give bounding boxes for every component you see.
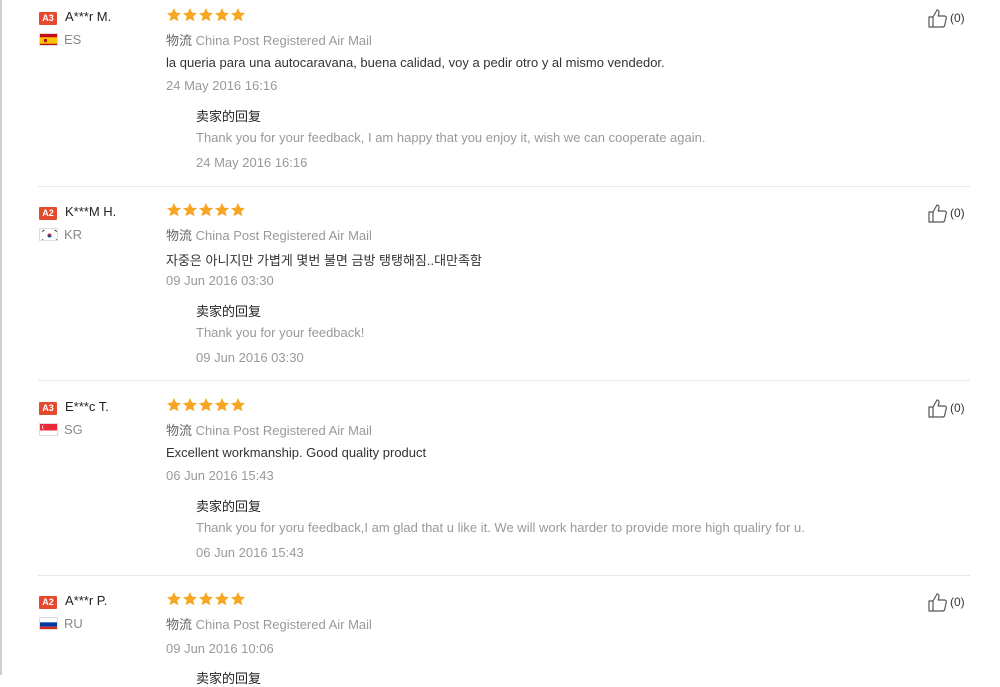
star-icon [230, 202, 246, 218]
feedback-list: A3 A***r M. ES 物流 China Post Registered … [0, 0, 1000, 686]
buyer-name: K***M H. [65, 204, 117, 219]
seller-reply-text: Thank you for yoru feedback,I am glad th… [196, 520, 805, 535]
buyer-country: SG [64, 422, 83, 437]
buyer-comment: Excellent workmanship. Good quality prod… [166, 445, 427, 460]
useful-button[interactable]: (0) [927, 8, 965, 28]
thumbs-up-icon [927, 203, 949, 223]
shipping-info: 物流 China Post Registered Air Mail [166, 225, 372, 244]
feedback-date: 09 Jun 2016 10:06 [166, 641, 274, 656]
shipping-method: China Post Registered Air Mail [195, 228, 372, 243]
seller-reply-date: 06 Jun 2016 15:43 [196, 545, 304, 560]
buyer-country: KR [64, 227, 83, 242]
feedback-date: 09 Jun 2016 03:30 [166, 273, 274, 288]
seller-reply-title: 卖家的回复 [196, 499, 262, 514]
star-icon [198, 202, 214, 218]
buyer-country: RU [64, 616, 83, 631]
divider [38, 575, 970, 576]
buyer-comment: la queria para una autocaravana, buena c… [166, 55, 665, 70]
star-icon [214, 7, 230, 23]
star-icon [166, 397, 182, 413]
buyer-level-badge: A3 [39, 402, 57, 415]
useful-count: (0) [950, 401, 965, 415]
thumbs-up-icon [927, 592, 949, 612]
thumbs-up-icon [927, 8, 949, 28]
buyer-name: A***r P. [65, 593, 108, 608]
seller-reply-date: 09 Jun 2016 03:30 [196, 350, 304, 365]
seller-reply-text: Thank you for your feedback! [196, 325, 365, 340]
shipping-info: 物流 China Post Registered Air Mail [166, 614, 372, 633]
buyer-level-badge: A2 [39, 596, 57, 609]
star-icon [198, 591, 214, 607]
buyer-name: E***c T. [65, 399, 109, 414]
useful-button[interactable]: (0) [927, 203, 965, 223]
seller-reply-title: 卖家的回复 [196, 109, 262, 124]
star-rating [166, 202, 246, 220]
star-icon [166, 202, 182, 218]
star-icon [198, 7, 214, 23]
star-icon [230, 7, 246, 23]
star-rating [166, 397, 246, 415]
buyer-level-badge: A2 [39, 207, 57, 220]
star-rating [166, 7, 246, 25]
useful-count: (0) [950, 11, 965, 25]
buyer-level-badge: A3 [39, 12, 57, 25]
star-icon [182, 7, 198, 23]
divider [38, 186, 970, 187]
buyer-comment: 자중은 아니지만 가볍게 몇번 불면 금방 탱탱해짐..대만족함 [166, 253, 482, 268]
star-rating [166, 591, 246, 609]
seller-reply-text: Thank you for your feedback, I am happy … [196, 130, 706, 145]
country-flag-icon [39, 423, 58, 436]
useful-count: (0) [950, 206, 965, 220]
thumbs-up-icon [927, 398, 949, 418]
star-icon [230, 591, 246, 607]
star-icon [214, 397, 230, 413]
useful-count: (0) [950, 595, 965, 609]
seller-reply-date: 24 May 2016 16:16 [196, 155, 308, 170]
feedback-date: 06 Jun 2016 15:43 [166, 468, 274, 483]
useful-button[interactable]: (0) [927, 592, 965, 612]
seller-reply-title: 卖家的回复 [196, 304, 262, 319]
buyer-country: ES [64, 32, 82, 47]
shipping-method: China Post Registered Air Mail [195, 617, 372, 632]
shipping-label: 物流 [166, 617, 193, 632]
star-icon [166, 591, 182, 607]
seller-reply-title: 卖家的回复 [196, 671, 262, 686]
star-icon [214, 202, 230, 218]
shipping-method: China Post Registered Air Mail [195, 423, 372, 438]
shipping-info: 物流 China Post Registered Air Mail [166, 30, 372, 49]
useful-button[interactable]: (0) [927, 398, 965, 418]
buyer-name: A***r M. [65, 9, 112, 24]
shipping-label: 物流 [166, 423, 193, 438]
star-icon [182, 397, 198, 413]
star-icon [214, 591, 230, 607]
star-icon [182, 591, 198, 607]
shipping-info: 物流 China Post Registered Air Mail [166, 420, 372, 439]
star-icon [166, 7, 182, 23]
shipping-label: 物流 [166, 33, 193, 48]
feedback-date: 24 May 2016 16:16 [166, 78, 278, 93]
divider [38, 380, 970, 381]
star-icon [182, 202, 198, 218]
country-flag-icon [39, 228, 58, 241]
country-flag-icon [39, 33, 58, 46]
star-icon [198, 397, 214, 413]
shipping-label: 物流 [166, 228, 193, 243]
shipping-method: China Post Registered Air Mail [195, 33, 372, 48]
star-icon [230, 397, 246, 413]
country-flag-icon [39, 617, 58, 630]
